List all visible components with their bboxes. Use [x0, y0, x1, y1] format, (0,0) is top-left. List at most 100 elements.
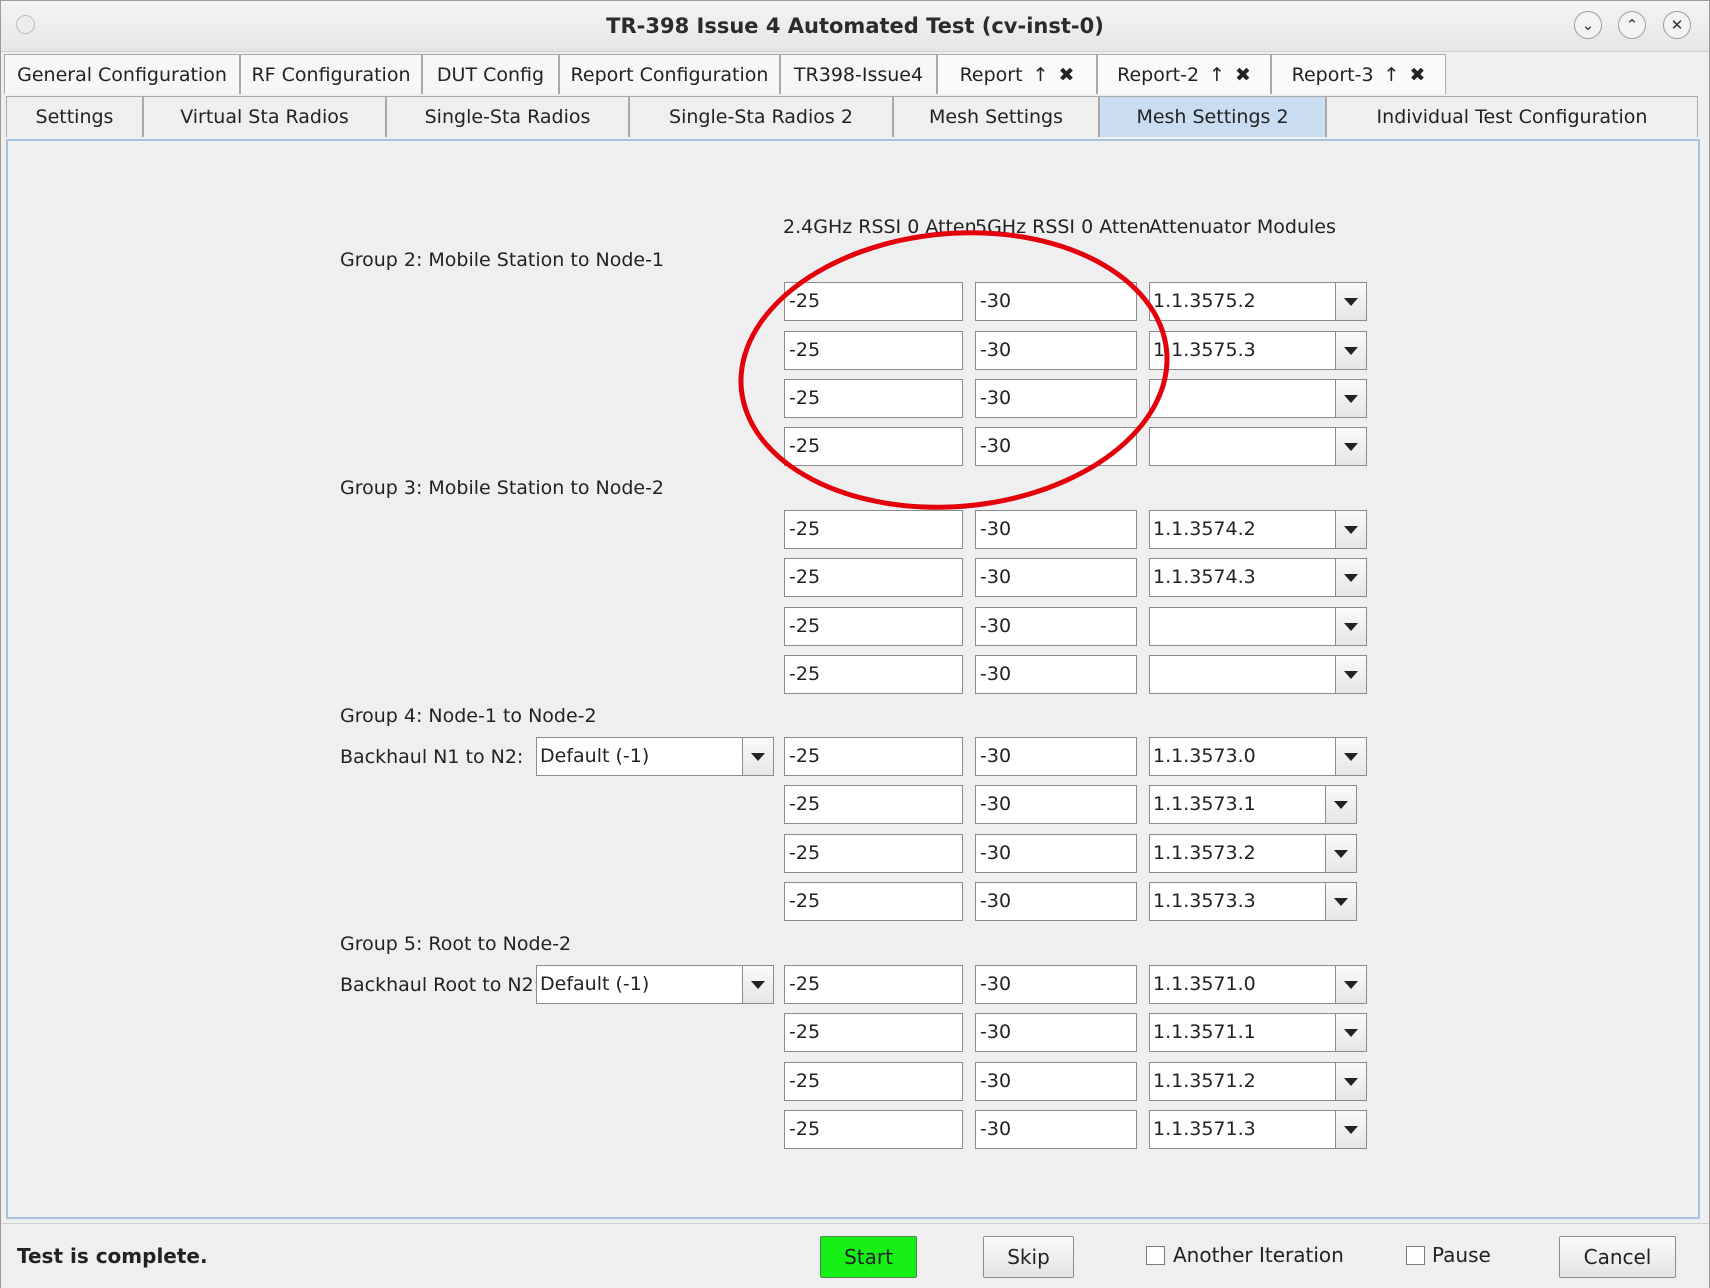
group-5-row-1-rssi24-input[interactable]: -25 — [784, 965, 963, 1004]
tab-dut-config[interactable]: DUT Config — [422, 54, 559, 94]
group-5-row-1-module-select[interactable]: 1.1.3571.0 — [1149, 965, 1367, 1004]
group-5-row-4-rssi5-input[interactable]: -30 — [975, 1110, 1137, 1149]
group-5-row-2-module-select[interactable]: 1.1.3571.1 — [1149, 1013, 1367, 1052]
dropdown-arrow-icon[interactable] — [1335, 1111, 1366, 1148]
group-4-row-3-rssi24-input[interactable]: -25 — [784, 834, 963, 873]
group-3-row-1-module-select[interactable]: 1.1.3574.2 — [1149, 510, 1367, 549]
group-3-row-4-module-select[interactable] — [1149, 655, 1367, 694]
pin-arrow-icon[interactable]: ↑ — [1033, 64, 1049, 86]
group-4-row-4-rssi24-input[interactable]: -25 — [784, 882, 963, 921]
group-5-row-3-rssi24-input[interactable]: -25 — [784, 1062, 963, 1101]
group-3-row-1-rssi5-input[interactable]: -30 — [975, 510, 1137, 549]
dropdown-arrow-icon[interactable] — [1335, 428, 1366, 465]
group-4-row-2-rssi24-input[interactable]: -25 — [784, 785, 963, 824]
dropdown-arrow-icon[interactable] — [1335, 1063, 1366, 1100]
tab-tr398-issue4[interactable]: TR398-Issue4 — [780, 54, 937, 94]
group-5-row-3-rssi5-input[interactable]: -30 — [975, 1062, 1137, 1101]
pin-arrow-icon[interactable]: ↑ — [1384, 64, 1400, 86]
title-bar[interactable]: TR-398 Issue 4 Automated Test (cv-inst-0… — [1, 1, 1709, 52]
tab-mesh-settings[interactable]: Mesh Settings — [893, 96, 1099, 137]
close-icon[interactable]: ✕ — [1663, 11, 1691, 39]
group-2-row-1-rssi5-input[interactable]: -30 — [975, 282, 1137, 321]
start-button[interactable]: Start — [820, 1236, 917, 1278]
tab-mesh-settings-2[interactable]: Mesh Settings 2 — [1099, 96, 1326, 137]
close-tab-icon[interactable]: ✖ — [1235, 64, 1251, 86]
minimize-icon[interactable]: ⌄ — [1574, 11, 1602, 39]
group-2-row-4-rssi5-input[interactable]: -30 — [975, 427, 1137, 466]
group-4-row-1-rssi5-input[interactable]: -30 — [975, 737, 1137, 776]
tab-report-2[interactable]: Report-2 ↑ ✖ — [1097, 54, 1271, 94]
dropdown-arrow-icon[interactable] — [1335, 608, 1366, 645]
tab-single-sta-radios-2[interactable]: Single-Sta Radios 2 — [629, 96, 893, 137]
group-5-row-2-rssi5-input[interactable]: -30 — [975, 1013, 1137, 1052]
group-4-row-1-rssi24-input[interactable]: -25 — [784, 737, 963, 776]
backhaul-root-n2-select[interactable]: Default (-1) — [536, 965, 774, 1004]
dropdown-arrow-icon[interactable] — [1335, 656, 1366, 693]
group-5-row-1-rssi5-input[interactable]: -30 — [975, 965, 1137, 1004]
group-2-row-2-rssi24-input[interactable]: -25 — [784, 331, 963, 370]
group-3-row-1-rssi24-input[interactable]: -25 — [784, 510, 963, 549]
group-5-row-3-module-select[interactable]: 1.1.3571.2 — [1149, 1062, 1367, 1101]
group-5-row-2-rssi24-input[interactable]: -25 — [784, 1013, 963, 1052]
dropdown-arrow-icon[interactable] — [1335, 1014, 1366, 1051]
tab-report-configuration[interactable]: Report Configuration — [559, 54, 780, 94]
dropdown-arrow-icon[interactable] — [742, 738, 773, 775]
cancel-button[interactable]: Cancel — [1559, 1236, 1676, 1278]
dropdown-arrow-icon[interactable] — [1335, 966, 1366, 1003]
tab-individual-test-configuration[interactable]: Individual Test Configuration — [1326, 96, 1698, 137]
group-2-row-2-rssi5-input[interactable]: -30 — [975, 331, 1137, 370]
dropdown-arrow-icon[interactable] — [1335, 380, 1366, 417]
group-4-row-3-module-select[interactable]: 1.1.3573.2 — [1149, 834, 1357, 873]
tab-settings[interactable]: Settings — [6, 96, 143, 137]
pin-arrow-icon[interactable]: ↑ — [1209, 64, 1225, 86]
skip-button[interactable]: Skip — [983, 1236, 1074, 1278]
group-5-row-4-rssi24-input[interactable]: -25 — [784, 1110, 963, 1149]
backhaul-n1-n2-select[interactable]: Default (-1) — [536, 737, 774, 776]
group-4-row-2-rssi5-input[interactable]: -30 — [975, 785, 1137, 824]
tab-rf-configuration[interactable]: RF Configuration — [240, 54, 422, 94]
dropdown-arrow-icon[interactable] — [1335, 738, 1366, 775]
close-tab-icon[interactable]: ✖ — [1409, 64, 1425, 86]
dropdown-arrow-icon[interactable] — [742, 966, 773, 1003]
maximize-icon[interactable]: ⌃ — [1618, 11, 1646, 39]
group-2-row-3-rssi5-input[interactable]: -30 — [975, 379, 1137, 418]
group-4-row-4-module-select[interactable]: 1.1.3573.3 — [1149, 882, 1357, 921]
group-3-row-3-rssi5-input[interactable]: -30 — [975, 607, 1137, 646]
group-4-row-2-module-select[interactable]: 1.1.3573.1 — [1149, 785, 1357, 824]
group-2-row-1-rssi24-input[interactable]: -25 — [784, 282, 963, 321]
group-3-row-4-rssi24-input[interactable]: -25 — [784, 655, 963, 694]
tab-virtual-sta-radios[interactable]: Virtual Sta Radios — [143, 96, 386, 137]
group-2-row-4-rssi24-input[interactable]: -25 — [784, 427, 963, 466]
group-3-row-2-module-select[interactable]: 1.1.3574.3 — [1149, 558, 1367, 597]
group-3-row-2-rssi24-input[interactable]: -25 — [784, 558, 963, 597]
group-4-row-4-rssi5-input[interactable]: -30 — [975, 882, 1137, 921]
module-value: 1.1.3571.1 — [1153, 1021, 1256, 1043]
pause-checkbox[interactable] — [1406, 1246, 1425, 1265]
group-2-row-2-module-select[interactable]: 1.1.3575.3 — [1149, 331, 1367, 370]
group-4-row-1-module-select[interactable]: 1.1.3573.0 — [1149, 737, 1367, 776]
dropdown-arrow-icon[interactable] — [1335, 332, 1366, 369]
group-2-row-1-module-select[interactable]: 1.1.3575.2 — [1149, 282, 1367, 321]
dropdown-arrow-icon[interactable] — [1325, 835, 1356, 872]
tab-report-3[interactable]: Report-3 ↑ ✖ — [1271, 54, 1446, 94]
group-3-row-3-rssi24-input[interactable]: -25 — [784, 607, 963, 646]
another-iteration-checkbox[interactable] — [1146, 1246, 1165, 1265]
dropdown-arrow-icon[interactable] — [1335, 283, 1366, 320]
group-5-row-4-module-select[interactable]: 1.1.3571.3 — [1149, 1110, 1367, 1149]
dropdown-arrow-icon[interactable] — [1325, 883, 1356, 920]
group-3-row-2-rssi5-input[interactable]: -30 — [975, 558, 1137, 597]
group-3-row-4-rssi5-input[interactable]: -30 — [975, 655, 1137, 694]
tab-general-configuration[interactable]: General Configuration — [4, 54, 240, 94]
tab-report[interactable]: Report ↑ ✖ — [937, 54, 1097, 94]
dropdown-arrow-icon[interactable] — [1335, 511, 1366, 548]
tab-single-sta-radios[interactable]: Single-Sta Radios — [386, 96, 629, 137]
group-4-row-3-rssi5-input[interactable]: -30 — [975, 834, 1137, 873]
group-2-row-3-rssi24-input[interactable]: -25 — [784, 379, 963, 418]
group-2-row-3-module-select[interactable] — [1149, 379, 1367, 418]
group-3-row-3-module-select[interactable] — [1149, 607, 1367, 646]
tab-label: General Configuration — [17, 64, 227, 86]
close-tab-icon[interactable]: ✖ — [1058, 64, 1074, 86]
group-2-row-4-module-select[interactable] — [1149, 427, 1367, 466]
dropdown-arrow-icon[interactable] — [1325, 786, 1356, 823]
dropdown-arrow-icon[interactable] — [1335, 559, 1366, 596]
